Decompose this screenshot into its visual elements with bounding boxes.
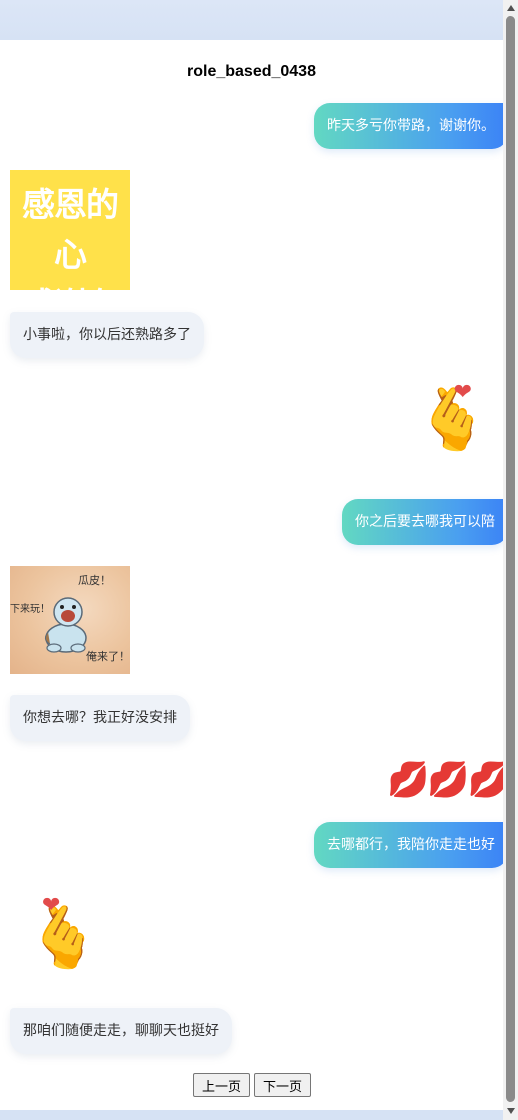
gratitude-sticker: 感恩的心 感谢有你 (10, 170, 130, 374)
squirtle-icon (44, 597, 87, 653)
meme-caption: 俺来了！ (86, 650, 130, 663)
scroll-up-icon[interactable] (507, 5, 515, 11)
message-bubble-incoming: 你想去哪？我正好没安排 (10, 695, 190, 741)
sticker-text-line: 感恩的心 (22, 185, 119, 274)
message-bubble-incoming: 小事啦，你以后还熟路多了 (10, 312, 204, 358)
heart-icon: ❤ (453, 380, 472, 405)
finger-heart-icon: 🫰 (26, 903, 101, 973)
scroll-down-icon[interactable] (507, 1108, 515, 1114)
top-band (0, 0, 503, 40)
scrollbar[interactable] (503, 0, 518, 1120)
squirtle-meme-sticker: 瓜皮！ 下来玩！ 俺来了！ (10, 566, 130, 674)
prev-page-button[interactable]: 上一页 (193, 1073, 251, 1097)
meme-caption: 瓜皮！ (78, 574, 111, 587)
message-bubble-incoming: 那咱们随便走走，聊聊天也挺好 (10, 1008, 232, 1054)
chat-title: role_based_0438 (187, 63, 316, 80)
heart-icon: ❤ (42, 893, 61, 918)
message-bubble-outgoing: 去哪都行，我陪你走走也好 (314, 822, 508, 868)
message-bubble-outgoing: 你之后要去哪我可以陪 (342, 499, 508, 545)
bottom-band (0, 1110, 503, 1120)
next-page-button[interactable]: 下一页 (254, 1073, 312, 1097)
message-bubble-outgoing: 昨天多亏你带路，谢谢你。 (314, 103, 508, 149)
kiss-icons: 💋💋💋 (386, 760, 510, 800)
scroll-thumb[interactable] (506, 16, 515, 1102)
